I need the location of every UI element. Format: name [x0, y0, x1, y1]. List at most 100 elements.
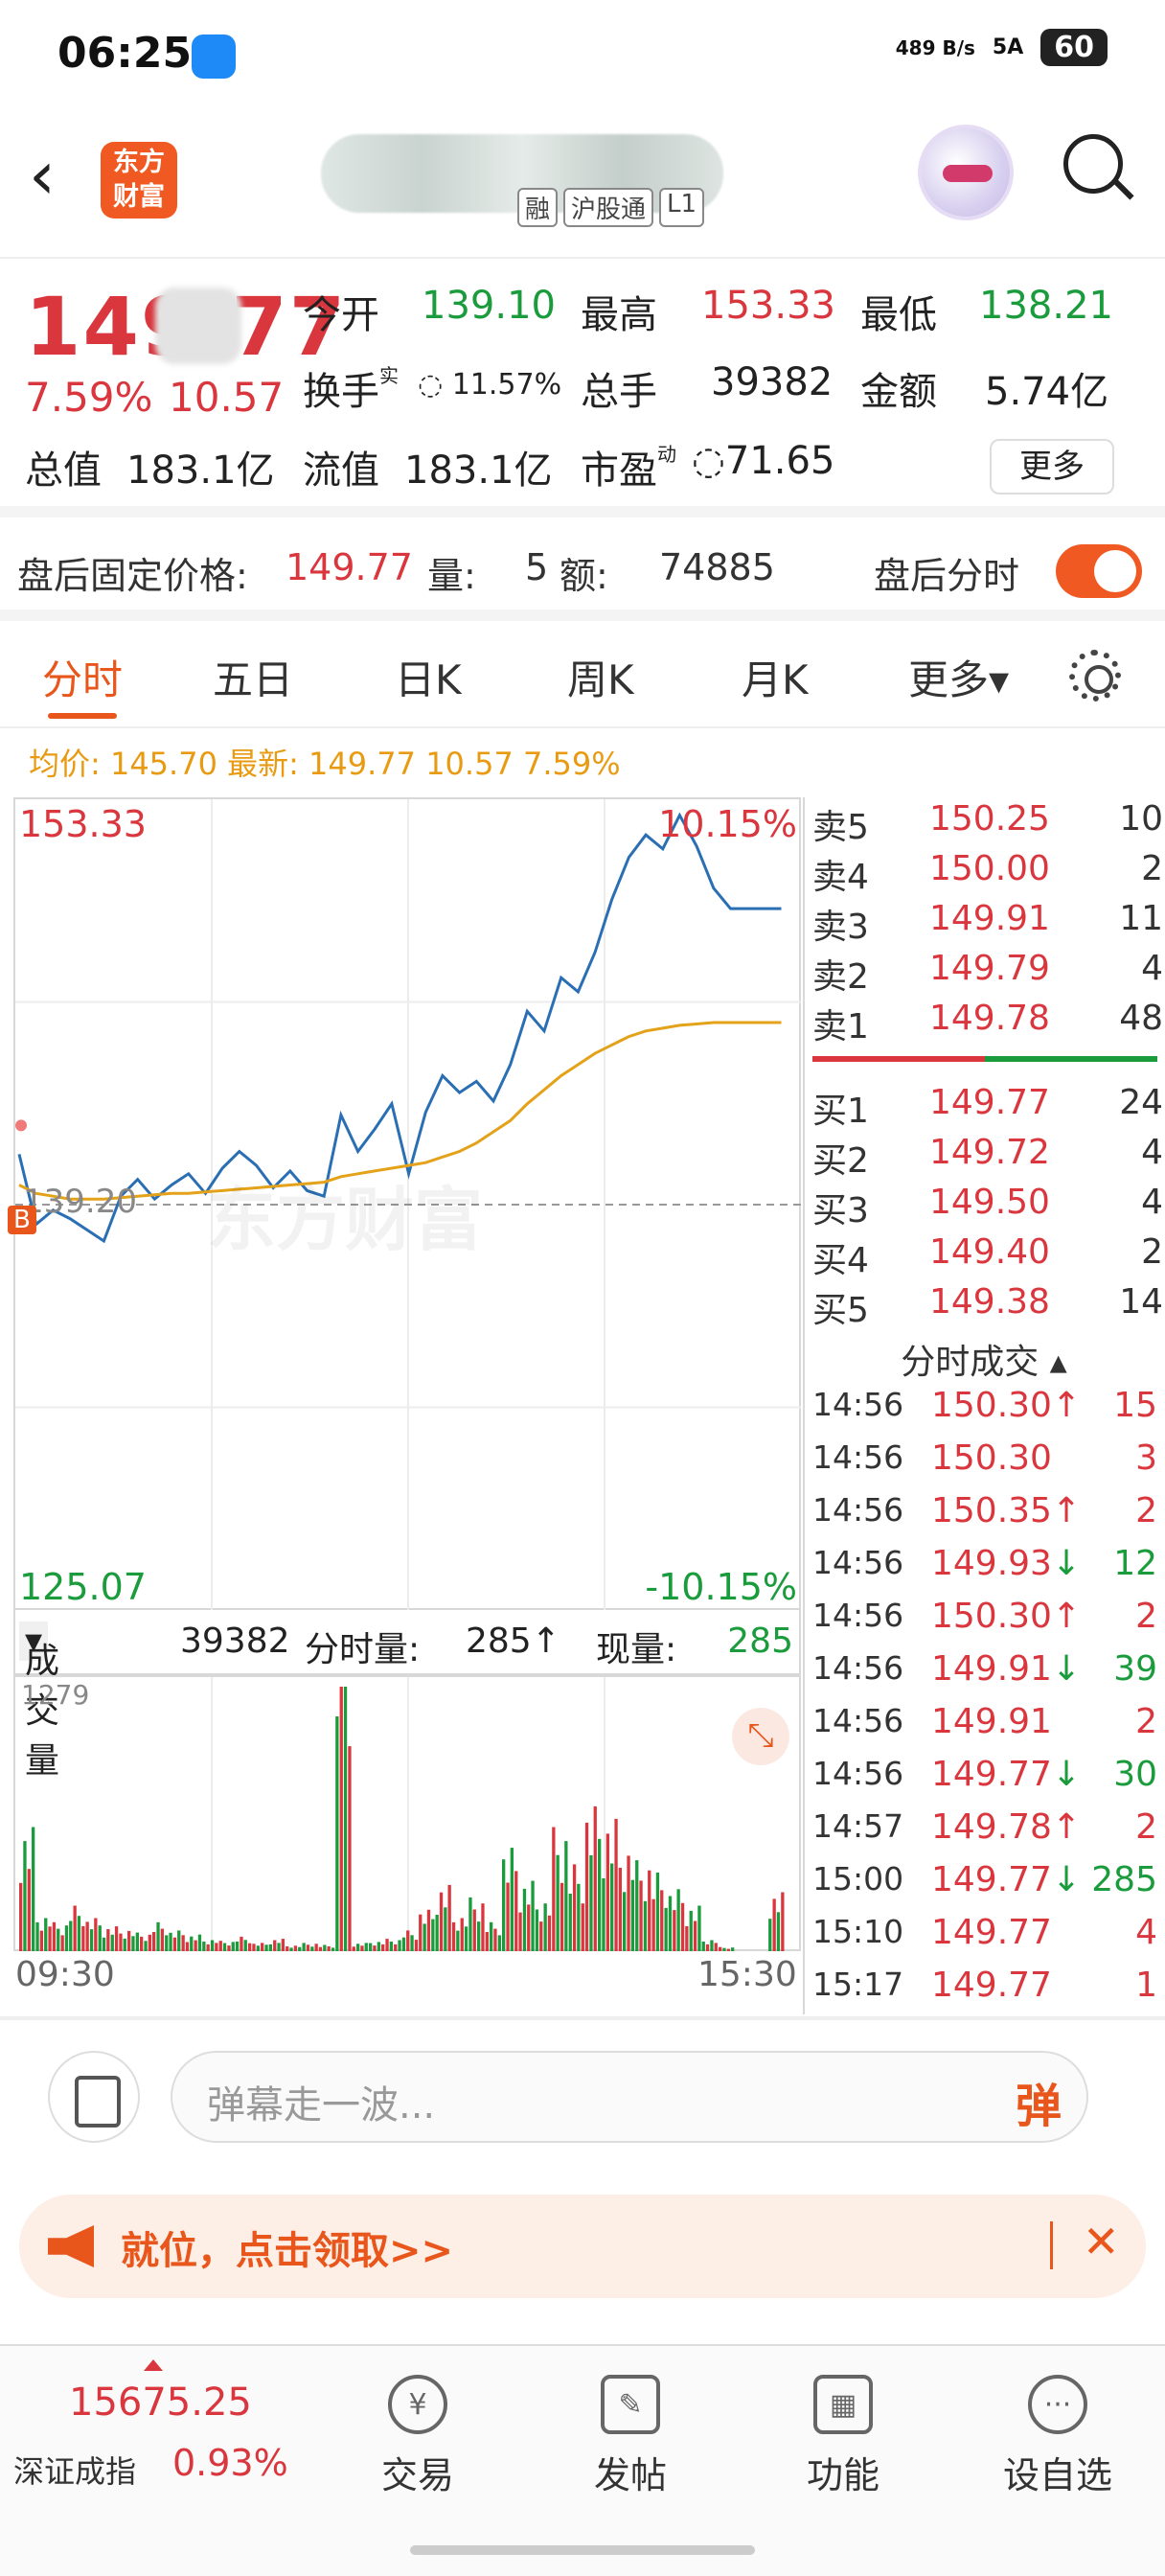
volume-bar	[518, 1912, 522, 1951]
trade-time: 14:57	[812, 1807, 904, 1845]
nav-add-watchlist-label: 设自选	[1002, 2454, 1112, 2496]
tab-intraday[interactable]: 分时	[42, 648, 123, 706]
volume-bar	[261, 1943, 264, 1951]
close-icon[interactable]: ✕	[1083, 2216, 1120, 2267]
volume-bar	[369, 1943, 373, 1951]
chart-top-price: 153.33	[19, 803, 147, 845]
volume-bar	[556, 1854, 560, 1951]
down-arrow-icon: ↓	[1051, 1860, 1082, 1899]
trade-time: 14:56	[812, 1597, 904, 1634]
trade-row: 14:56 150.30↑ 15	[812, 1386, 1159, 1436]
volume-bar	[318, 1946, 323, 1951]
bid-row[interactable]: 买2 149.72 4	[812, 1133, 1165, 1183]
stock-header: ‹ 东方 财富 融 沪股通 L1	[0, 105, 1165, 259]
nav-add-watchlist[interactable]: ··· 设自选	[981, 2375, 1134, 2498]
ask-row[interactable]: 卖2 149.79 4	[812, 949, 1165, 999]
volume-bar	[77, 1916, 81, 1951]
mktcap-value: 183.1亿	[126, 448, 275, 493]
trade-vol: 2	[1135, 1491, 1157, 1530]
volume-total: 39382	[180, 1622, 290, 1661]
volume-bar	[277, 1943, 281, 1951]
prev-close-label: 139.20	[23, 1183, 137, 1221]
volume-chart: 1279 ⤡	[13, 1675, 801, 1951]
ask-row[interactable]: 卖3 149.91 11	[812, 899, 1165, 949]
trade-vol: 15	[1113, 1386, 1157, 1425]
index-pct[interactable]: 0.93%	[172, 2442, 288, 2484]
volume-select[interactable]: 成交量 ▾	[19, 1622, 59, 1781]
trades-header[interactable]: 分时成交 ▴	[803, 1334, 1165, 1384]
nav-functions[interactable]: ▦ 功能	[766, 2375, 920, 2498]
volume-bar	[48, 1926, 52, 1951]
ask-row[interactable]: 卖4 150.00 2	[812, 849, 1165, 899]
danmu-send-icon[interactable]: 弹	[1016, 2068, 1062, 2135]
index-value[interactable]: 15675.25	[69, 2380, 252, 2425]
volume-bar	[685, 1925, 689, 1951]
volume-bar	[468, 1897, 472, 1951]
tab-monthly-k[interactable]: 月K	[742, 648, 809, 706]
gear-icon[interactable]	[1069, 650, 1121, 702]
volume-bar	[119, 1933, 123, 1951]
badge-connect: 沪股通	[563, 188, 654, 227]
ask-label: 卖3	[812, 908, 869, 947]
tab-five-day[interactable]: 五日	[213, 648, 293, 706]
expand-icon[interactable]: ⤡	[732, 1708, 789, 1765]
bid-label: 买3	[812, 1191, 869, 1230]
tab-weekly-k[interactable]: 周K	[567, 648, 634, 706]
tab-daily-k[interactable]: 日K	[395, 648, 462, 706]
min-vol-label: 分时量:	[305, 1630, 421, 1669]
robot-assistant-icon[interactable]	[918, 125, 1014, 220]
ask-row[interactable]: 卖5 150.25 10	[812, 799, 1165, 849]
volume-bar	[643, 1900, 648, 1951]
trade-price: 149.77	[931, 1913, 1052, 1952]
volume-bar	[135, 1932, 139, 1951]
trade-vol: 2	[1135, 1807, 1157, 1847]
home-indicator	[410, 2545, 755, 2555]
index-up-icon	[144, 2359, 163, 2371]
search-icon[interactable]	[1063, 134, 1123, 194]
volume-bar	[172, 1937, 177, 1951]
nav-post[interactable]: ✎ 发帖	[554, 2375, 707, 2498]
danmu-input[interactable]: 弹幕走一波... 弹	[171, 2051, 1088, 2143]
after-hours-amt: 74885	[659, 546, 775, 588]
after-hours-toggle[interactable]	[1056, 544, 1142, 598]
intraday-chart[interactable]: 153.33 10.15% 125.07 -10.15% 139.20 B 东方…	[8, 797, 801, 1610]
bid-price: 149.50	[929, 1183, 1050, 1222]
bid-price: 149.40	[929, 1232, 1050, 1272]
bid-label: 买1	[812, 1092, 869, 1131]
volume-bar	[314, 1944, 318, 1951]
comment-list-icon[interactable]	[48, 2051, 140, 2143]
ask-row[interactable]: 卖1 149.78 48	[812, 999, 1165, 1048]
status-bar: 06:25 489 B/s 5A 60	[0, 0, 1165, 105]
volume-bar	[776, 1912, 781, 1951]
volume-bar	[781, 1892, 785, 1951]
volume-bar	[772, 1898, 776, 1951]
volume-bar	[451, 1921, 456, 1951]
promo-banner[interactable]: 就位，点击领取>> ✕	[19, 2195, 1146, 2298]
bid-row[interactable]: 买1 149.77 24	[812, 1083, 1165, 1133]
bid-row[interactable]: 买3 149.50 4	[812, 1183, 1165, 1232]
index-name[interactable]: 深证成指	[13, 2448, 136, 2492]
volume-bar	[235, 1942, 240, 1951]
bid-row[interactable]: 买5 149.38 14	[812, 1282, 1165, 1332]
time-axis-start: 09:30	[15, 1955, 115, 1994]
back-arrow-icon[interactable]: ‹	[29, 142, 56, 209]
volume-bar	[381, 1944, 385, 1951]
more-button[interactable]: 更多	[990, 439, 1114, 494]
promo-text[interactable]: 就位，点击领取>>	[121, 2220, 453, 2275]
volume-bar	[485, 1932, 489, 1951]
bid-price: 149.77	[929, 1083, 1050, 1122]
volume-bar	[127, 1930, 131, 1951]
app-logo: 东方 财富	[101, 142, 177, 218]
after-hours-toggle-label: 盘后分时	[874, 555, 1020, 597]
trade-vol: 2	[1135, 1702, 1157, 1741]
nav-trade[interactable]: ¥ 交易	[341, 2375, 494, 2498]
bid-row[interactable]: 买4 149.40 2	[812, 1232, 1165, 1282]
volume-bar	[584, 1822, 589, 1951]
tab-more[interactable]: 更多▾	[908, 648, 1009, 706]
buy-marker[interactable]: B	[8, 1206, 36, 1234]
ask-vol: 48	[1119, 999, 1163, 1038]
volume-bar	[680, 1902, 685, 1951]
volume-bar	[222, 1943, 227, 1951]
volume-bar	[343, 1687, 348, 1951]
after-hours-bar: 盘后固定价格: 149.77 量: 5 额: 74885 盘后分时	[0, 529, 1165, 621]
